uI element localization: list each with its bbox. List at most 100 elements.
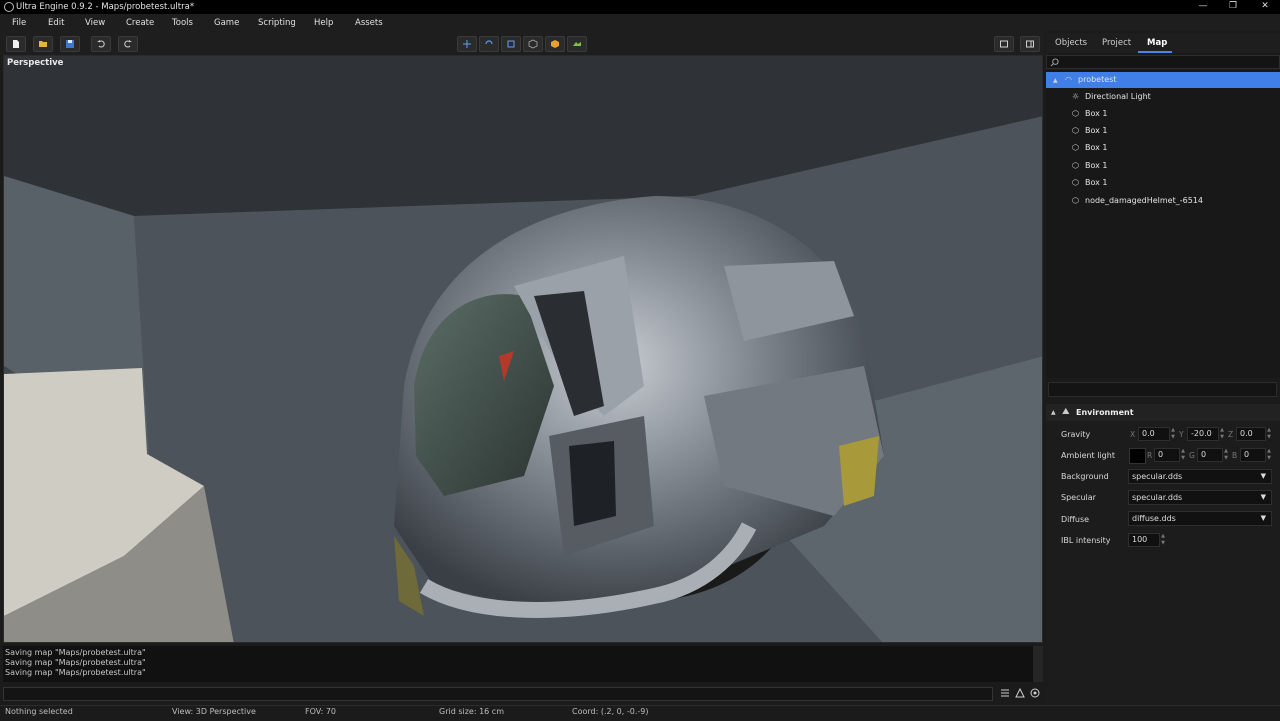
expand-arrow-icon[interactable]: ▲ [1053,77,1058,84]
specular-select[interactable]: specular.dds ▼ [1128,490,1272,505]
ambient-r-spinner[interactable]: ▲ ▼ [1180,448,1186,462]
diffuse-label: Diffuse [1061,515,1090,524]
ambient-b-spinner[interactable]: ▲ ▼ [1266,448,1272,462]
scene-render [4,56,1042,642]
ibl-intensity-input[interactable]: 100 [1128,533,1160,547]
menu-game[interactable]: Game [214,18,239,28]
box-icon: ⬡ [1072,143,1079,152]
dropdown-arrow-icon: ▼ [1260,514,1266,522]
active-tab-indicator [1138,51,1172,53]
ambient-b-input[interactable]: 0 [1240,448,1266,462]
single-view-button[interactable] [994,36,1014,52]
tab-objects[interactable]: Objects [1055,38,1087,48]
menu-tools[interactable]: Tools [172,18,193,28]
axis-y-label: Y [1179,430,1184,439]
tree-item-label: Directional Light [1085,92,1151,101]
console-command-input[interactable] [3,687,993,701]
gravity-y-spinner[interactable]: ▲ ▼ [1219,427,1225,441]
tree-item[interactable]: ⬡ Box 1 [1046,140,1280,156]
gravity-z-input[interactable]: 0.0 [1236,427,1266,441]
tree-item-label: node_damagedHelmet_-6514 [1085,196,1203,205]
menu-scripting[interactable]: Scripting [258,18,296,28]
tree-item-label: Box 1 [1085,161,1108,170]
viewport-label: Perspective [7,58,64,68]
section-title: Environment [1076,408,1134,417]
split-view-button[interactable] [1020,36,1040,52]
specular-value: specular.dds [1132,493,1183,502]
tree-item[interactable]: ⬡ Box 1 [1046,175,1280,191]
rotate-tool-button[interactable] [479,36,499,52]
tree-item[interactable]: ⬡ Box 1 [1046,106,1280,122]
collapse-arrow-icon[interactable]: ▲ [1051,409,1056,416]
list-icon [1001,689,1009,697]
gravity-z-spinner[interactable]: ▲ ▼ [1266,427,1272,441]
console-output: Saving map "Maps/probetest.ultra" Saving… [3,646,1043,682]
new-file-icon [13,40,19,48]
single-view-icon [1000,40,1008,48]
environment-section-header[interactable]: ▲ ⛰ Environment [1046,404,1280,421]
ambient-g-input[interactable]: 0 [1197,448,1223,462]
split-view-icon [1026,40,1034,48]
diffuse-select[interactable]: diffuse.dds ▼ [1128,511,1272,526]
background-value: specular.dds [1132,472,1183,481]
error-icon [1030,688,1040,698]
app-logo-icon [4,2,14,12]
tree-item-probetest[interactable]: ▲ ◠ probetest [1046,72,1280,88]
background-select[interactable]: specular.dds ▼ [1128,469,1272,484]
gravity-x-spinner[interactable]: ▲ ▼ [1170,427,1176,441]
minimize-button[interactable]: — [1188,0,1218,14]
tab-map[interactable]: Map [1147,38,1167,48]
cube-outline-icon [528,39,538,49]
save-button[interactable] [60,36,80,52]
menu-edit[interactable]: Edit [48,18,64,28]
tab-project[interactable]: Project [1102,38,1131,48]
ambient-r-input[interactable]: 0 [1154,448,1180,462]
select-tool-button[interactable] [523,36,543,52]
folder-icon [39,41,47,47]
maximize-button[interactable]: ❐ [1218,0,1248,14]
title-bar: Ultra Engine 0.9.2 - Maps/probetest.ultr… [0,0,1280,14]
tree-item[interactable]: ⬡ Box 1 [1046,123,1280,139]
ambient-color-swatch[interactable] [1129,448,1146,464]
gravity-y-input[interactable]: -20.0 [1187,427,1219,441]
menu-file[interactable]: File [12,18,26,28]
ambient-light-label: Ambient light [1061,451,1115,460]
axis-z-label: Z [1228,430,1234,439]
scale-tool-button[interactable] [501,36,521,52]
warning-icon [1015,687,1025,698]
cube-icon [551,40,559,48]
menu-bar: File Edit View Create Tools Game Scripti… [0,14,1280,31]
box-icon: ⬡ [1072,126,1079,135]
menu-create[interactable]: Create [126,18,154,28]
ibl-intensity-spinner[interactable]: ▲ ▼ [1160,533,1166,547]
console-scrollbar[interactable] [1033,646,1043,682]
console-clear-button[interactable] [999,688,1011,700]
tree-item[interactable]: ⬡ Box 1 [1046,158,1280,174]
create-box-button[interactable] [545,36,565,52]
menu-help[interactable]: Help [314,18,333,28]
console-errors-button[interactable] [1029,688,1041,700]
tree-item[interactable]: ⬡ node_damagedHelmet_-6514 [1046,193,1280,209]
menu-view[interactable]: View [85,18,105,28]
close-button[interactable]: ✕ [1250,0,1280,14]
console-warnings-button[interactable] [1014,687,1026,700]
map-icon: ◠ [1065,75,1072,84]
redo-button[interactable] [118,36,138,52]
tree-item[interactable]: ☼ Directional Light [1046,89,1280,105]
ambient-g-spinner[interactable]: ▲ ▼ [1223,448,1229,462]
viewport-3d[interactable]: Perspective [3,55,1043,643]
undo-button[interactable] [91,36,111,52]
tree-item-label: Box 1 [1085,178,1108,187]
scale-icon [507,40,515,48]
gravity-x-input[interactable]: 0.0 [1138,427,1170,441]
property-filter-input[interactable] [1048,382,1277,397]
terrain-tool-button[interactable] [567,36,587,52]
open-file-button[interactable] [33,36,53,52]
undo-icon [97,40,105,48]
new-file-button[interactable] [6,36,26,52]
scene-search-input[interactable] [1046,55,1280,69]
ibl-intensity-label: IBL intensity [1061,536,1111,545]
environment-icon: ⛰ [1062,407,1070,417]
menu-assets[interactable]: Assets [355,18,383,28]
move-tool-button[interactable] [457,36,477,52]
